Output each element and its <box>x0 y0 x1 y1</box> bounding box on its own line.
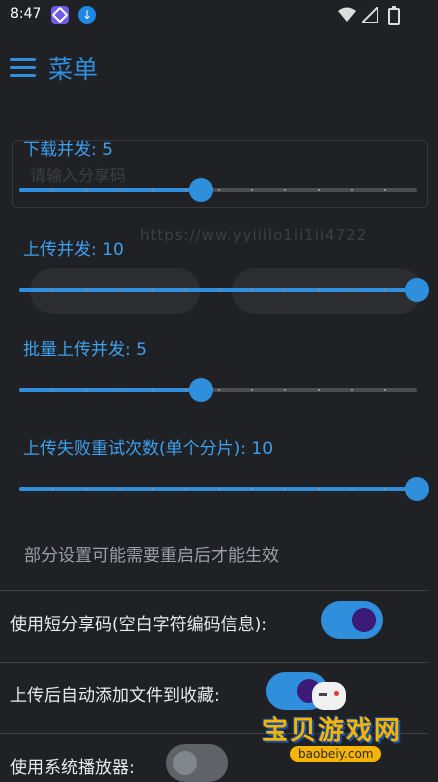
background-code-text: https://ww.yyiiilo1ii1ii4722 <box>140 226 368 244</box>
slider-ticks <box>19 389 417 391</box>
slider-tick <box>318 189 320 191</box>
slider-thumb[interactable] <box>405 477 429 501</box>
slider-tick <box>185 289 187 291</box>
slider-tick <box>52 289 54 291</box>
status-time: 8:47 <box>10 6 42 22</box>
slider-tick <box>351 389 353 391</box>
slider-tick <box>119 389 121 391</box>
slider-tick <box>251 189 253 191</box>
slider-tick <box>152 389 154 391</box>
system-icons <box>338 6 408 25</box>
menu-icon[interactable] <box>10 58 36 78</box>
batch-upload-concurrency-label: 批量上传并发: 5 <box>23 340 147 360</box>
divider <box>0 590 428 591</box>
slider-tick <box>218 488 220 490</box>
slider-tick <box>251 488 253 490</box>
watermark-brand: 宝贝游戏网 <box>262 716 403 746</box>
slider-ticks <box>19 488 417 490</box>
slider-tick <box>185 488 187 490</box>
slider-tick <box>251 289 253 291</box>
slider-tick <box>384 189 386 191</box>
slider-tick <box>384 289 386 291</box>
slider-tick <box>218 389 220 391</box>
slider-tick <box>284 488 286 490</box>
gamepad-icon <box>312 682 346 710</box>
slider-tick <box>218 189 220 191</box>
slider-tick <box>185 189 187 191</box>
slider-tick <box>284 289 286 291</box>
status-bar: 8:47 ↓ <box>0 0 438 30</box>
slider-tick <box>119 289 121 291</box>
slider-tick <box>152 488 154 490</box>
slider-tick <box>284 189 286 191</box>
system-player-switch[interactable] <box>166 744 228 782</box>
page-title: 菜单 <box>48 55 99 84</box>
slider-tick <box>318 289 320 291</box>
switch-knob <box>352 608 376 632</box>
slider-tick <box>351 289 353 291</box>
system-player-label: 使用系统播放器: <box>10 758 135 778</box>
slider-tick <box>384 389 386 391</box>
upload-concurrency-slider[interactable] <box>19 277 429 303</box>
download-icon: ↓ <box>78 6 96 24</box>
slider-tick <box>52 189 54 191</box>
restart-note: 部分设置可能需要重启后才能生效 <box>24 546 279 566</box>
app-bar: 菜单 <box>0 40 438 96</box>
short-share-code-switch[interactable] <box>321 601 383 639</box>
slider-tick <box>284 389 286 391</box>
slider-tick <box>152 289 154 291</box>
watermark-url: baobeiy.com <box>290 746 382 762</box>
retry-count-slider[interactable] <box>19 476 429 502</box>
slider-tick <box>119 189 121 191</box>
slider-tick <box>85 389 87 391</box>
upload-concurrency-label: 上传并发: 10 <box>23 240 124 260</box>
slider-tick <box>318 488 320 490</box>
watermark-logo: 宝贝游戏网 baobeiy.com <box>262 680 434 776</box>
switch-knob <box>173 751 197 775</box>
retry-count-label: 上传失败重试次数(单个分片): 10 <box>23 439 274 459</box>
app-notification-icon <box>51 6 69 24</box>
slider-thumb[interactable] <box>189 378 213 402</box>
slider-tick <box>351 189 353 191</box>
slider-tick <box>318 389 320 391</box>
slider-thumb[interactable] <box>189 178 213 202</box>
slider-tick <box>85 488 87 490</box>
batch-upload-concurrency-slider[interactable] <box>19 377 417 403</box>
slider-thumb[interactable] <box>405 278 429 302</box>
slider-ticks <box>19 289 417 291</box>
slider-tick <box>251 389 253 391</box>
slider-tick <box>351 488 353 490</box>
slider-tick <box>384 488 386 490</box>
slider-ticks <box>19 189 417 191</box>
slider-tick <box>52 488 54 490</box>
slider-tick <box>119 488 121 490</box>
download-concurrency-slider[interactable] <box>19 177 417 203</box>
divider <box>0 662 428 663</box>
slider-tick <box>52 389 54 391</box>
slider-tick <box>185 389 187 391</box>
download-concurrency-label: 下载并发: 5 <box>23 140 113 160</box>
short-share-code-label: 使用短分享码(空白字符编码信息): <box>10 615 267 635</box>
battery-icon <box>388 6 400 25</box>
slider-tick <box>85 289 87 291</box>
signal-icon <box>362 7 378 23</box>
slider-tick <box>85 189 87 191</box>
slider-tick <box>218 289 220 291</box>
auto-favorite-label: 上传后自动添加文件到收藏: <box>10 686 220 706</box>
wifi-icon <box>338 7 356 22</box>
slider-tick <box>152 189 154 191</box>
